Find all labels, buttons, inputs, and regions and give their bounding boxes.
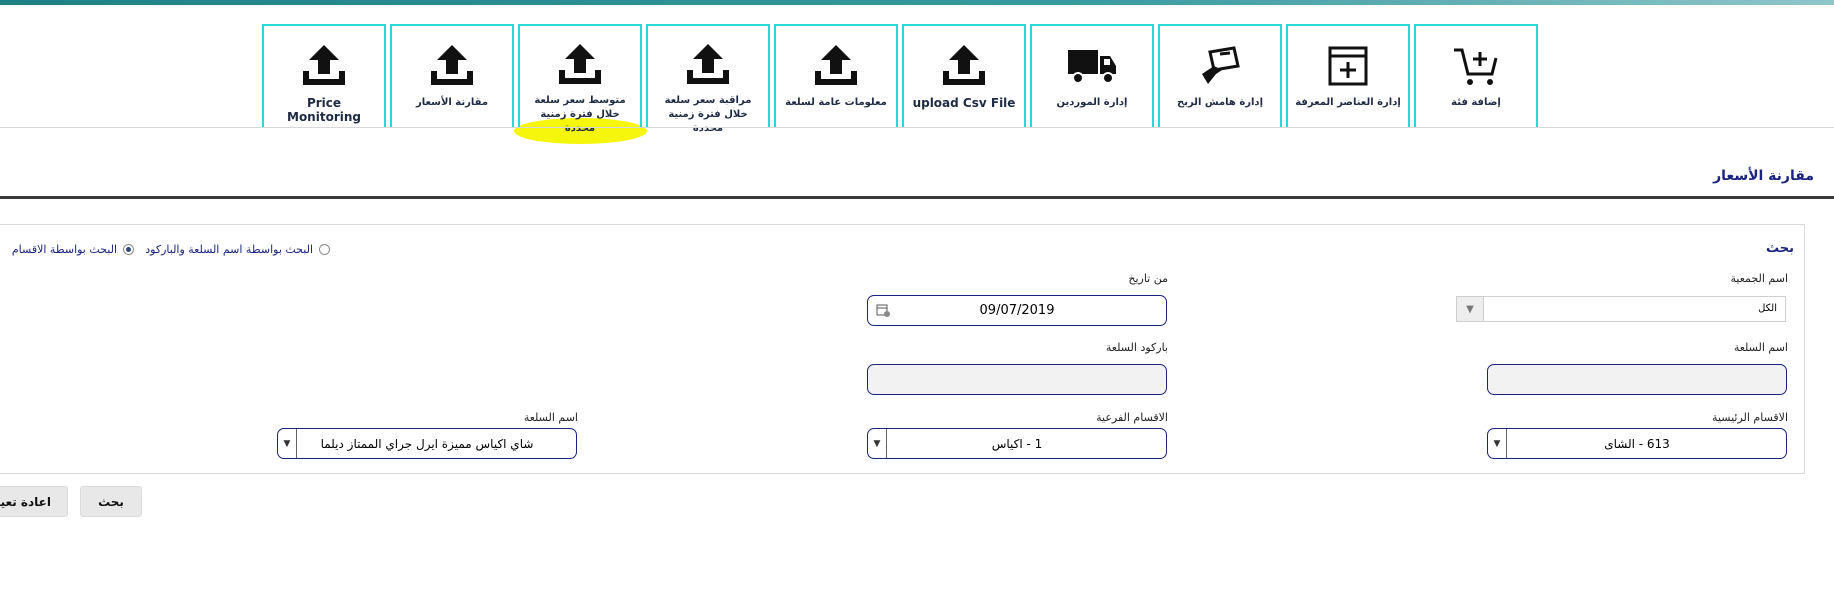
radio-button[interactable] (319, 244, 330, 255)
main-sections-label: الاقسام الرئيسية (1712, 411, 1788, 424)
toolbar-divider (0, 127, 1834, 128)
tile-upload-csv[interactable]: upload Csv File (902, 24, 1026, 127)
radio-search-by-sections[interactable]: البحث بواسطة الاقسام (12, 243, 134, 256)
tile-label: مراقبة سعر سلعة خلال فترة زمنية محددة (664, 95, 752, 134)
society-select[interactable]: ▼ الكل (1456, 296, 1786, 322)
money-hand-icon (1196, 40, 1244, 92)
calendar-icon[interactable] (876, 303, 890, 317)
upload-icon (939, 40, 989, 92)
top-accent-bar (0, 0, 1834, 5)
barcode-input[interactable] (867, 364, 1167, 395)
tile-label: معلومات عامة لسلعة (785, 97, 887, 108)
chevron-down-icon[interactable]: ▼ (1488, 429, 1507, 458)
tile-price-monitoring-period[interactable]: مراقبة سعر سلعة خلال فترة زمنية محددة (646, 24, 770, 134)
radio-label: البحث بواسطة الاقسام (11, 243, 117, 256)
tile-suppliers[interactable]: إدارة الموردين (1030, 24, 1154, 127)
tile-price-comparison[interactable]: مقارنة الأسعار (390, 24, 514, 127)
item-name2-label: اسم السلعة (523, 411, 578, 424)
barcode-label: باركود السلعة (1105, 341, 1168, 354)
radio-label: البحث بواسطة اسم السلعة والباركود (145, 243, 313, 256)
tile-defined-elements[interactable]: إدارة العناصر المعرفة (1286, 24, 1410, 127)
tile-average-price[interactable]: متوسط سعر سلعة خلال فترة زمنية محددة (518, 24, 642, 134)
radio-button-selected[interactable] (123, 244, 134, 255)
tile-profit-margin[interactable]: إدارة هامش الربح (1158, 24, 1282, 127)
from-date-label: من تاريخ (1128, 272, 1168, 285)
search-button[interactable]: بحث (80, 486, 142, 517)
tile-label: إدارة الموردين (1056, 97, 1128, 108)
item-name-label: اسم السلعة (1733, 341, 1788, 354)
sub-sections-value: 1 - اكياس (991, 436, 1043, 451)
tile-add-category[interactable]: إضافة فئة (1414, 24, 1538, 127)
tile-label: إدارة هامش الربح (1177, 97, 1263, 108)
upload-icon (811, 40, 861, 92)
tile-label: upload Csv File (912, 96, 1016, 110)
tile-label: إضافة فئة (1451, 97, 1501, 108)
tile-price-monitoring[interactable]: Price Monitoring (262, 24, 386, 127)
cart-plus-icon (1452, 40, 1500, 92)
upload-icon (427, 40, 477, 92)
item-name-select[interactable]: ▼ شاي اكياس مميزة ايرل جراي الممتاز ديلم… (277, 428, 577, 459)
upload-icon (555, 40, 605, 90)
window-plus-icon (1326, 40, 1370, 92)
tile-label: Price Monitoring (287, 96, 361, 124)
society-label: اسم الجمعية (1730, 272, 1788, 285)
main-sections-value: 613 - الشاى (1604, 436, 1670, 451)
from-date-value: 09/07/2019 (979, 303, 1055, 318)
from-date-field[interactable]: 09/07/2019 (867, 295, 1167, 326)
society-value: الكل (1758, 303, 1777, 314)
sub-sections-select[interactable]: ▼ 1 - اكياس (867, 428, 1167, 459)
sub-sections-label: الاقسام الفرعية (1096, 411, 1168, 424)
tile-label: متوسط سعر سلعة خلال فترة زمنية محددة (534, 95, 626, 134)
main-sections-select[interactable]: ▼ 613 - الشاى (1487, 428, 1787, 459)
chevron-down-icon[interactable]: ▼ (278, 429, 297, 458)
tile-item-info[interactable]: معلومات عامة لسلعة (774, 24, 898, 127)
chevron-down-icon[interactable]: ▼ (1457, 297, 1484, 321)
item-name-input[interactable] (1487, 364, 1787, 395)
upload-icon (299, 40, 349, 92)
search-panel-title: بحث (1765, 241, 1794, 256)
reset-button-label: اعادة تعيين (0, 494, 51, 509)
tile-label: إدارة العناصر المعرفة (1295, 97, 1401, 108)
radio-search-by-name[interactable]: البحث بواسطة اسم السلعة والباركود (145, 243, 330, 256)
truck-icon (1066, 40, 1118, 92)
item-name-select-value: شاي اكياس مميزة ايرل جراي الممتاز ديلما (320, 436, 534, 451)
upload-icon (683, 40, 733, 90)
tile-label: مقارنة الأسعار (415, 97, 489, 108)
title-divider (0, 196, 1834, 199)
reset-button[interactable]: اعادة تعيين (0, 486, 68, 517)
page-title: مقارنة الأسعار (1713, 168, 1814, 184)
chevron-down-icon[interactable]: ▼ (868, 429, 887, 458)
